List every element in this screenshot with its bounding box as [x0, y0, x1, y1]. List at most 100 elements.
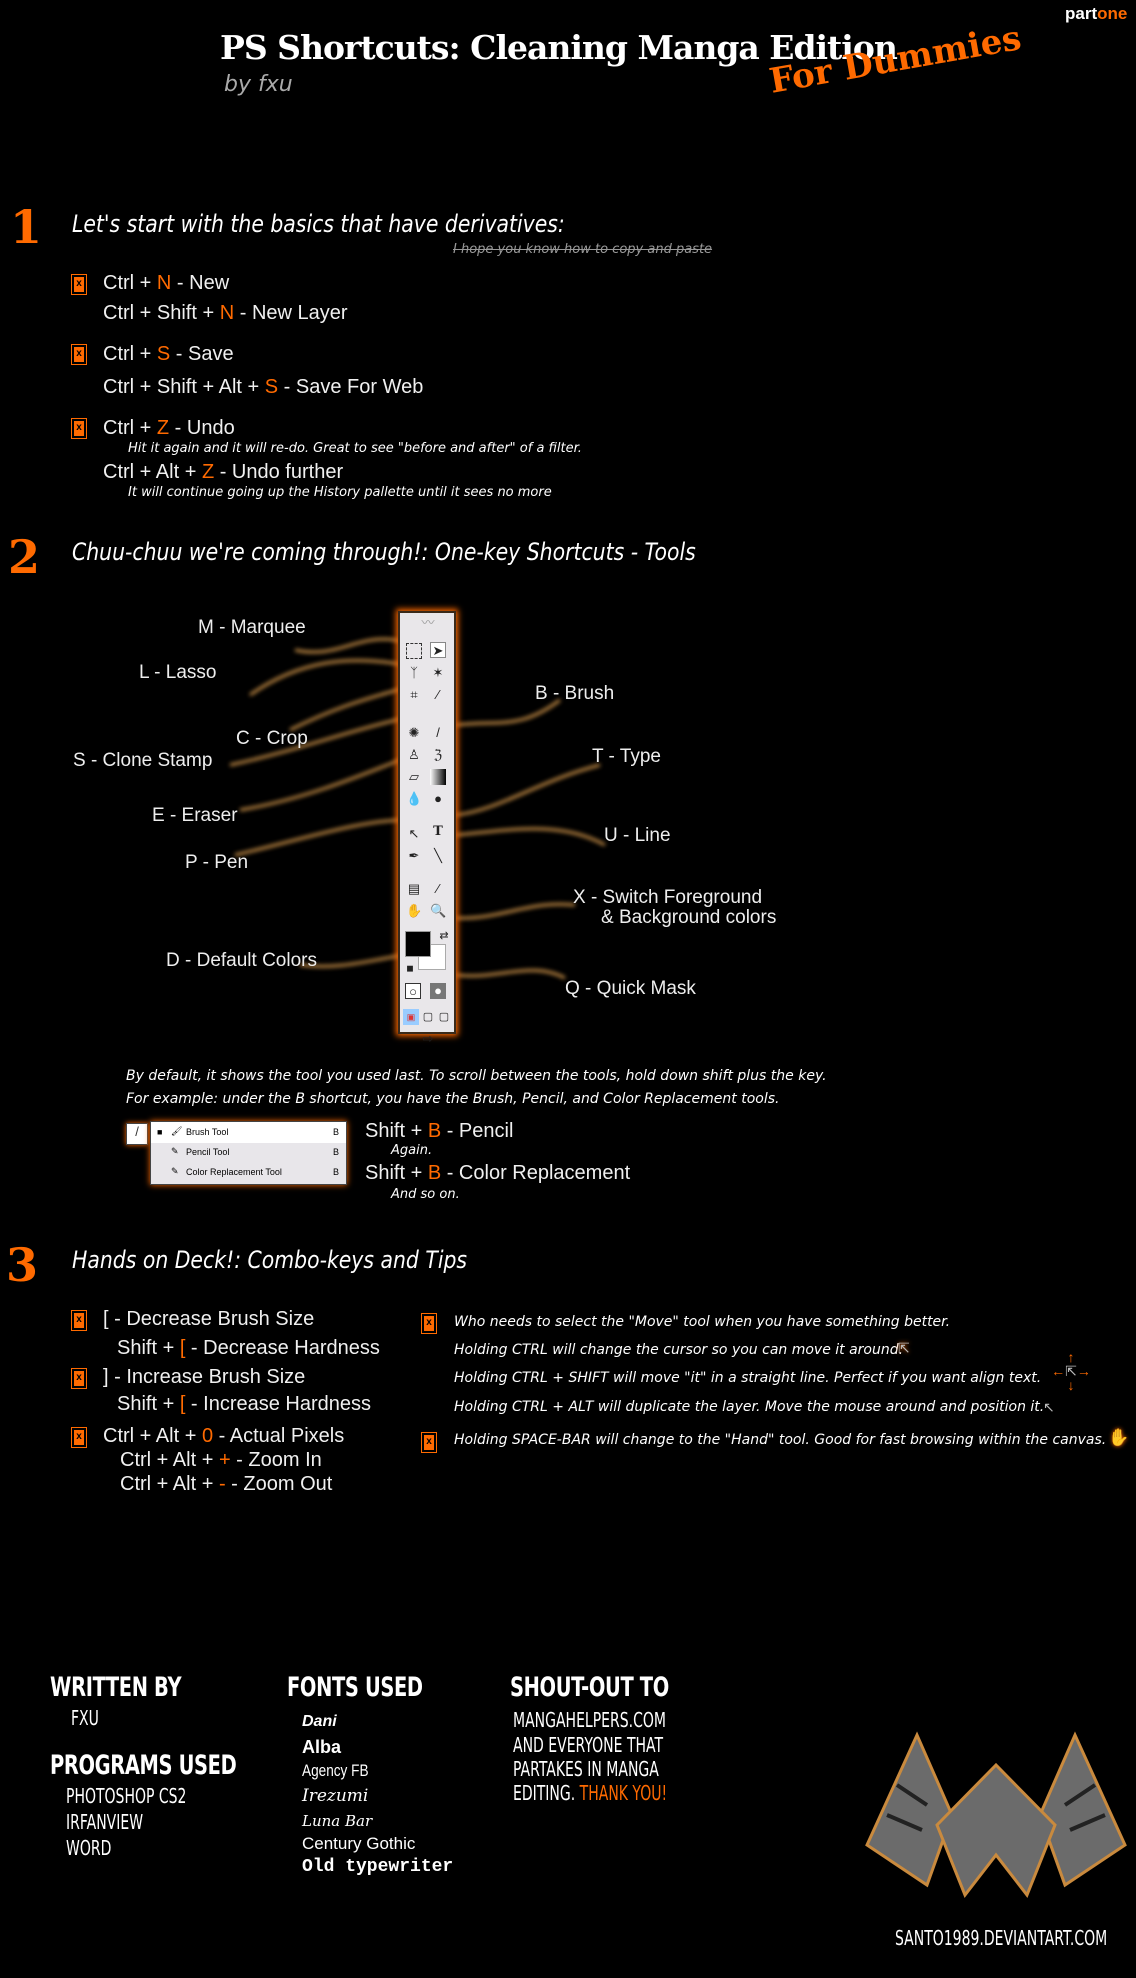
line-tool-icon[interactable]: ╲ — [430, 848, 446, 864]
shortcut-line: Ctrl + Shift + N - New Layer — [103, 302, 348, 324]
pen-tool-icon[interactable]: ✒ — [406, 848, 422, 864]
label-switch-colors: X - Switch Foreground — [573, 887, 763, 908]
section-heading: Hands on Deck!: Combo-keys and Tips — [72, 1246, 468, 1274]
photoshop-toolbox: 〰 ➤ ᛉ ✶ ⌗ ⁄ ✺ / ♙ ℨ ▱ 💧 ● ↖ T ✒ ╲ ▤ ⁄ ✋ … — [398, 611, 456, 1046]
standard-mode-icon[interactable]: ○ — [405, 983, 421, 999]
foreground-color-swatch[interactable] — [405, 931, 431, 957]
tip-line: Holding CTRL will change the cursor so y… — [454, 1342, 904, 1358]
label-type: T - Type — [592, 746, 661, 767]
bullet-icon: x — [71, 1427, 87, 1448]
bullet-icon: x — [71, 1368, 87, 1389]
shout-line: AND EVERYONE THAT — [513, 1733, 664, 1757]
slice-tool-icon[interactable]: ⁄ — [430, 687, 446, 703]
label-switch-colors-2: & Background colors — [601, 907, 777, 928]
label-marquee: M - Marquee — [198, 617, 306, 638]
screen-mode-full-icon[interactable]: ▢ — [420, 1009, 436, 1025]
flyout-list: ■ 🖌 Brush Tool B ✎ Pencil Tool B ✎ Color Repla… — [150, 1121, 347, 1185]
shortcut-line: Shift + [ - Decrease Hardness — [117, 1337, 380, 1359]
history-brush-icon[interactable]: ℨ — [430, 747, 446, 763]
shortcut-line: Ctrl + Alt + - - Zoom Out — [120, 1473, 333, 1495]
label-brush: B - Brush — [535, 683, 615, 704]
shout-line: MANGAHELPERS.COM — [513, 1708, 666, 1732]
tip-line: Who needs to select the "Move" tool when… — [454, 1314, 951, 1330]
label-eraser: E - Eraser — [152, 805, 238, 826]
label-pen: P - Pen — [185, 852, 249, 873]
feather-icon: 〰 — [421, 615, 435, 630]
type-tool-icon[interactable]: T — [430, 824, 446, 840]
shortcut-note: Hit it again and it will re-do. Great to… — [128, 441, 582, 456]
font-item: Dani — [302, 1713, 337, 1730]
shortcut-line: Ctrl + S - Save — [103, 343, 234, 365]
brush-tool-icon[interactable]: / — [430, 725, 446, 741]
section-number: 1 — [10, 200, 43, 254]
shortcut-line: ] - Increase Brush Size — [103, 1366, 306, 1388]
section-number: 3 — [6, 1238, 39, 1292]
shortcut-line: Ctrl + N - New — [103, 272, 230, 294]
programs-heading: PROGRAMS USED — [50, 1750, 237, 1781]
tip-line: Holding CTRL + SHIFT will move "it" in a… — [454, 1370, 1042, 1386]
screen-mode-fullscreen-icon[interactable]: ▢ — [436, 1009, 452, 1025]
blur-tool-icon[interactable]: 💧 — [406, 791, 422, 807]
jump-to-imageready-icon[interactable]: ⇨ — [410, 1031, 446, 1047]
switch-colors-icon[interactable]: ⇄ — [436, 928, 452, 944]
font-item: Alba — [302, 1737, 342, 1757]
struck-note: I hope you know how to copy and paste — [453, 242, 713, 257]
brush-tool-icon[interactable]: / — [126, 1123, 148, 1145]
clone-stamp-icon[interactable]: ♙ — [406, 747, 422, 763]
lasso-tool-icon[interactable]: ᛉ — [406, 665, 422, 681]
signature: SANTO1989.DEVIANTART.COM — [895, 1926, 1108, 1950]
marquee-tool-icon[interactable] — [406, 643, 422, 659]
tip-line: Holding CTRL + ALT will duplicate the la… — [454, 1399, 1045, 1415]
crop-tool-icon[interactable]: ⌗ — [406, 687, 422, 703]
shout-line: PARTAKES IN MANGA — [513, 1757, 659, 1781]
label-clone-stamp: S - Clone Stamp — [73, 750, 213, 771]
screen-mode-icon[interactable]: ▣ — [403, 1009, 419, 1025]
shortcut-line: Ctrl + Shift + Alt + S - Save For Web — [103, 376, 424, 398]
author: FXU — [71, 1706, 99, 1730]
magic-wand-icon[interactable]: ✶ — [430, 665, 446, 681]
bullet-icon: x — [421, 1432, 437, 1453]
move-arrows-icon: ↑ ←⇱→ ↓ — [1051, 1349, 1091, 1393]
tool-flyout-menu: / ■ 🖌 Brush Tool B ✎ Pencil Tool B ✎ Color Rep… — [126, 1121, 347, 1187]
zoom-tool-icon[interactable]: 🔍 — [430, 903, 446, 919]
shout-out-heading: SHOUT-OUT TO — [510, 1672, 669, 1703]
written-by-heading: WRITTEN BY — [50, 1672, 182, 1703]
eyedropper-icon[interactable]: ⁄ — [430, 881, 446, 897]
program-item: PHOTOSHOP CS2 — [66, 1784, 187, 1808]
program-item: WORD — [66, 1836, 112, 1860]
hand-tool-icon[interactable]: ✋ — [406, 903, 422, 919]
dodge-tool-icon[interactable]: ● — [430, 791, 446, 807]
move-tool-icon[interactable]: ➤ — [430, 642, 446, 658]
font-item: Irezumi — [302, 1786, 369, 1806]
eraser-tool-icon[interactable]: ▱ — [406, 769, 422, 785]
section-heading: Chuu-chuu we're coming through!: One-key… — [72, 538, 696, 566]
shortcut-note: It will continue going up the History pa… — [128, 485, 552, 500]
shortcut-note: And so on. — [391, 1187, 460, 1202]
shortcut-note: Again. — [391, 1143, 433, 1158]
flyout-item-pencil[interactable]: ✎ Pencil Tool B — [151, 1143, 346, 1163]
paragraph: For example: under the B shortcut, you h… — [126, 1091, 780, 1107]
notes-tool-icon[interactable]: ▤ — [406, 881, 422, 897]
default-colors-icon[interactable]: ◼ — [402, 960, 418, 976]
bullet-icon: x — [421, 1313, 437, 1334]
bullet-icon: x — [71, 344, 87, 365]
shortcut-line: Shift + B - Pencil — [365, 1120, 514, 1142]
byline: by fxu — [224, 72, 293, 97]
label-lasso: L - Lasso — [139, 662, 217, 683]
section-number: 2 — [8, 530, 41, 584]
gradient-tool-icon[interactable] — [430, 769, 446, 785]
flyout-item-brush[interactable]: ■ 🖌 Brush Tool B — [151, 1122, 346, 1143]
duplicate-cursor-icon: ↖ — [1043, 1399, 1055, 1415]
font-item: Luna Bar — [302, 1812, 373, 1830]
shortcut-line: Shift + B - Color Replacement — [365, 1162, 631, 1184]
flyout-item-color-replacement[interactable]: ✎ Color Replacement Tool B — [151, 1163, 346, 1183]
shortcut-line: Ctrl + Z - Undo — [103, 417, 235, 439]
font-item: Century Gothic — [302, 1834, 416, 1853]
bullet-icon: x — [71, 1310, 87, 1331]
path-select-icon[interactable]: ↖ — [406, 826, 422, 842]
font-item: Old typewriter — [302, 1857, 454, 1877]
shortcut-line: Ctrl + Alt + Z - Undo further — [103, 461, 344, 483]
quick-mask-icon[interactable]: ● — [430, 983, 446, 999]
healing-tool-icon[interactable]: ✺ — [406, 725, 422, 741]
program-item: IRFANVIEW — [66, 1810, 144, 1834]
